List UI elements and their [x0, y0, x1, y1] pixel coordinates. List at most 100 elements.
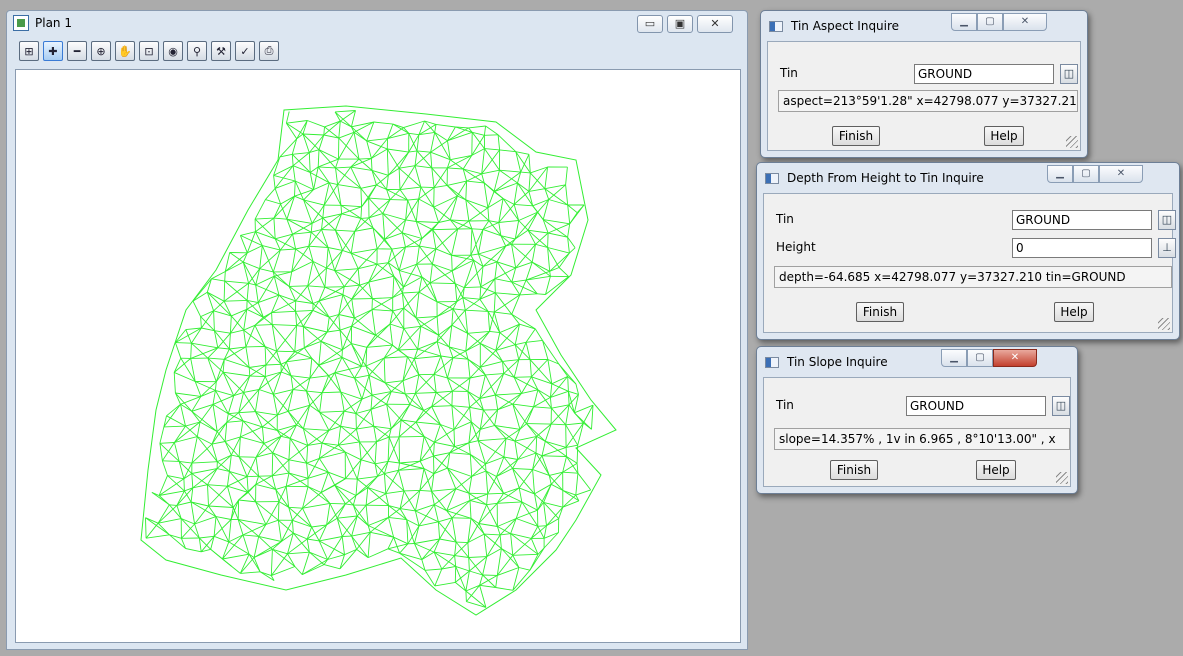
- tin-edge: [495, 575, 498, 588]
- tin-edge: [246, 457, 257, 477]
- tin-edge: [368, 374, 386, 384]
- toolbar-button-print[interactable]: ⎙: [259, 41, 279, 61]
- tin-edge: [312, 303, 330, 318]
- tin-edge: [418, 374, 437, 393]
- minimize-button[interactable]: ▁: [951, 13, 977, 31]
- tin-edge: [419, 489, 432, 492]
- tin-edge: [494, 267, 516, 280]
- close-button[interactable]: ✕: [1003, 13, 1047, 31]
- toolbar-button-search[interactable]: ⚲: [187, 41, 207, 61]
- tin-edge: [514, 324, 520, 345]
- finish-button[interactable]: Finish: [830, 460, 878, 480]
- tin-edge: [511, 313, 536, 330]
- tin-pick-icon[interactable]: ◫: [1060, 64, 1078, 84]
- minimize-button[interactable]: ▁: [941, 349, 967, 367]
- tin-edge: [558, 252, 570, 268]
- close-button[interactable]: ✕: [1099, 165, 1143, 183]
- tin-pick-icon[interactable]: ◫: [1052, 396, 1070, 416]
- tin-edge: [403, 307, 417, 319]
- dialog-titlebar[interactable]: Tin Aspect Inquire ▁ ▢ ✕: [761, 11, 1087, 39]
- tin-edge: [562, 471, 578, 474]
- help-button[interactable]: Help: [976, 460, 1016, 480]
- maximize-button[interactable]: ▢: [967, 349, 993, 367]
- resize-grip[interactable]: [1056, 472, 1068, 484]
- tin-edge: [255, 217, 274, 220]
- tin-edge: [546, 506, 564, 526]
- resize-grip[interactable]: [1158, 318, 1170, 330]
- resize-grip[interactable]: [1066, 136, 1078, 148]
- tin-edge: [499, 169, 521, 173]
- toolbar-button-plot[interactable]: ⊞: [19, 41, 39, 61]
- maximize-button[interactable]: ▢: [1073, 165, 1099, 183]
- toolbar-button-zoom-extent[interactable]: ⊡: [139, 41, 159, 61]
- tin-edge: [213, 300, 225, 312]
- tin-edge: [575, 383, 579, 395]
- tin-label: Tin: [780, 66, 798, 80]
- tin-edge: [335, 110, 356, 113]
- help-button[interactable]: Help: [984, 126, 1024, 146]
- tin-edge: [519, 323, 536, 330]
- dialog-body: Tin GROUND ◫ Height 0 ⊥ depth=-64.685 x=…: [763, 193, 1176, 333]
- toolbar-button-zoom-in[interactable]: ⊕: [91, 41, 111, 61]
- toolbar-button-pan[interactable]: ✋: [115, 41, 135, 61]
- toolbar-button-add-view[interactable]: ✚: [43, 41, 63, 61]
- tin-edge: [434, 581, 456, 587]
- tin-edge: [227, 395, 235, 414]
- tin-input[interactable]: GROUND: [906, 396, 1046, 416]
- tin-edge: [259, 245, 263, 269]
- tin-edge: [319, 410, 345, 413]
- maximize-button[interactable]: ▣: [667, 15, 693, 33]
- close-button[interactable]: ✕: [993, 349, 1037, 367]
- tin-edge: [271, 300, 296, 314]
- pan-icon: ✋: [118, 44, 132, 58]
- plan-canvas[interactable]: [15, 69, 741, 643]
- tin-edge: [344, 451, 358, 480]
- tin-edge: [415, 421, 441, 425]
- tin-edge: [355, 487, 369, 496]
- height-pick-icon[interactable]: ⊥: [1158, 238, 1176, 258]
- tin-edge: [399, 462, 425, 469]
- tin-edge: [526, 423, 546, 442]
- maximize-button[interactable]: ▢: [977, 13, 1003, 31]
- tin-edge: [527, 211, 539, 231]
- dialog-titlebar[interactable]: Depth From Height to Tin Inquire ▁ ▢ ✕: [757, 163, 1179, 191]
- print-icon: ⎙: [264, 44, 274, 57]
- tin-edge: [366, 140, 372, 159]
- tin-edge: [288, 459, 307, 464]
- tin-edge: [544, 184, 566, 190]
- tin-input[interactable]: GROUND: [914, 64, 1054, 84]
- tin-pick-icon[interactable]: ◫: [1158, 210, 1176, 230]
- close-button[interactable]: ✕: [697, 15, 733, 33]
- minimize-button[interactable]: ▁: [1047, 165, 1073, 183]
- tin-edge: [398, 167, 422, 188]
- plot-icon: ⊞: [24, 44, 34, 58]
- tin-edge: [408, 133, 418, 152]
- tin-edge: [211, 278, 225, 282]
- help-button[interactable]: Help: [1054, 302, 1094, 322]
- toolbar-button-measure[interactable]: ✓: [235, 41, 255, 61]
- tin-edge: [302, 326, 305, 348]
- tin-edge: [435, 392, 453, 407]
- tin-edge: [433, 374, 437, 393]
- tin-edge: [577, 472, 592, 491]
- dialog-icon: [765, 173, 779, 184]
- tin-edge: [402, 291, 420, 294]
- tin-edge: [338, 131, 355, 139]
- toolbar-button-tools[interactable]: ⚒: [211, 41, 231, 61]
- finish-button[interactable]: Finish: [856, 302, 904, 322]
- toolbar-button-zoom-center[interactable]: ◉: [163, 41, 183, 61]
- tin-edge: [463, 168, 482, 175]
- tin-input[interactable]: GROUND: [1012, 210, 1152, 230]
- tin-edge: [243, 375, 251, 393]
- tin-edge: [273, 203, 282, 219]
- tin-edge: [545, 440, 567, 457]
- tin-edge: [246, 476, 249, 493]
- tin-edge: [326, 267, 335, 272]
- dialog-titlebar[interactable]: Tin Slope Inquire ▁ ▢ ✕: [757, 347, 1077, 375]
- toolbar-button-remove-view[interactable]: ━: [67, 41, 87, 61]
- height-input[interactable]: 0: [1012, 238, 1152, 258]
- minimize-button[interactable]: ▭: [637, 15, 663, 33]
- finish-button[interactable]: Finish: [832, 126, 880, 146]
- tin-edge: [389, 323, 393, 346]
- plan-titlebar[interactable]: Plan 1 ▭ ▣ ✕: [7, 11, 747, 35]
